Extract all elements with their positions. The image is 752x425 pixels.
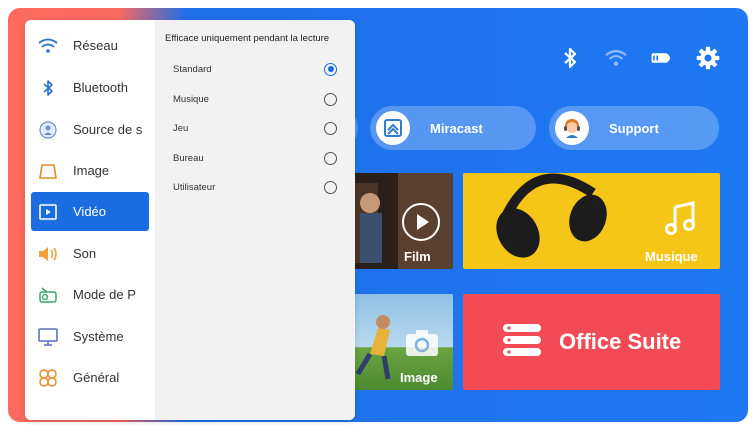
- option-label: Utilisateur: [173, 181, 216, 193]
- menu-label: Général: [73, 370, 120, 385]
- menu-item-reseau[interactable]: Réseau: [31, 26, 149, 65]
- radio[interactable]: [324, 92, 337, 106]
- monitor-icon: [37, 326, 59, 348]
- wifi-icon: [37, 35, 59, 57]
- menu-label: Réseau: [73, 38, 118, 53]
- menu-item-mode-projection[interactable]: Mode de P: [31, 275, 149, 314]
- menu-item-son[interactable]: Son: [31, 234, 149, 273]
- option-utilisateur[interactable]: Utilisateur: [173, 176, 337, 198]
- bluetooth-icon[interactable]: [558, 46, 582, 70]
- radio[interactable]: [324, 121, 337, 135]
- menu-item-systeme[interactable]: Système: [31, 317, 149, 356]
- menu-label: Image: [73, 163, 110, 178]
- support-label: Support: [609, 120, 659, 136]
- menu-label: Système: [73, 329, 124, 344]
- menu-item-source[interactable]: Source de s: [31, 110, 149, 149]
- office-suite-label: Office Suite: [559, 329, 682, 354]
- image-label: Image: [400, 370, 438, 385]
- settings-menu: Réseau Bluetooth Source de s Image Vidéo: [25, 20, 155, 420]
- menu-item-image[interactable]: Image: [31, 151, 149, 190]
- option-standard[interactable]: Standard: [173, 58, 337, 80]
- menu-label: Source de s: [73, 122, 143, 137]
- support-button[interactable]: Support: [549, 106, 719, 150]
- office-suite-tile[interactable]: Office Suite: [463, 294, 720, 390]
- menu-label: Vidéo: [73, 204, 107, 219]
- radio-selected[interactable]: [324, 62, 337, 76]
- option-bureau[interactable]: Bureau: [173, 147, 337, 169]
- menu-label: Mode de P: [73, 287, 136, 302]
- menu-label: Bluetooth: [73, 80, 128, 95]
- settings-gear-icon[interactable]: [696, 46, 720, 70]
- projector-icon[interactable]: [650, 46, 674, 70]
- video-icon: [37, 201, 59, 223]
- option-musique[interactable]: Musique: [173, 88, 337, 110]
- status-bar: [558, 46, 720, 70]
- play-icon: [402, 203, 440, 241]
- film-label: Film: [404, 249, 431, 264]
- wifi-icon[interactable]: [604, 46, 628, 70]
- miracast-label: Miracast: [430, 120, 483, 136]
- option-label: Jeu: [173, 122, 189, 134]
- menu-item-general[interactable]: Général: [31, 358, 149, 397]
- source-icon: [37, 119, 59, 141]
- general-icon: [37, 367, 59, 389]
- option-label: Bureau: [173, 152, 204, 164]
- music-note-icon: [663, 201, 699, 242]
- bluetooth-icon: [37, 77, 59, 99]
- camera-icon: [404, 328, 440, 363]
- radio[interactable]: [324, 151, 337, 165]
- video-submenu: Efficace uniquement pendant la lecture S…: [155, 20, 355, 420]
- music-label: Musique: [645, 249, 698, 264]
- office-list-icon: [503, 323, 541, 362]
- projection-mode-icon: [37, 284, 59, 306]
- music-tile[interactable]: Musique: [463, 173, 720, 269]
- option-label: Standard: [173, 63, 212, 75]
- miracast-button[interactable]: Miracast: [370, 106, 536, 150]
- submenu-title: Efficace uniquement pendant la lecture: [165, 33, 330, 44]
- settings-panel: Réseau Bluetooth Source de s Image Vidéo: [25, 20, 355, 420]
- speaker-icon: [37, 243, 59, 265]
- miracast-icon: [376, 111, 410, 145]
- image-icon: [37, 160, 59, 182]
- menu-item-bluetooth[interactable]: Bluetooth: [31, 68, 149, 107]
- option-jeu[interactable]: Jeu: [173, 117, 337, 139]
- option-label: Musique: [173, 93, 209, 105]
- menu-label: Son: [73, 246, 97, 261]
- menu-item-video[interactable]: Vidéo: [31, 192, 149, 231]
- support-agent-icon: [555, 111, 589, 145]
- radio[interactable]: [324, 180, 337, 194]
